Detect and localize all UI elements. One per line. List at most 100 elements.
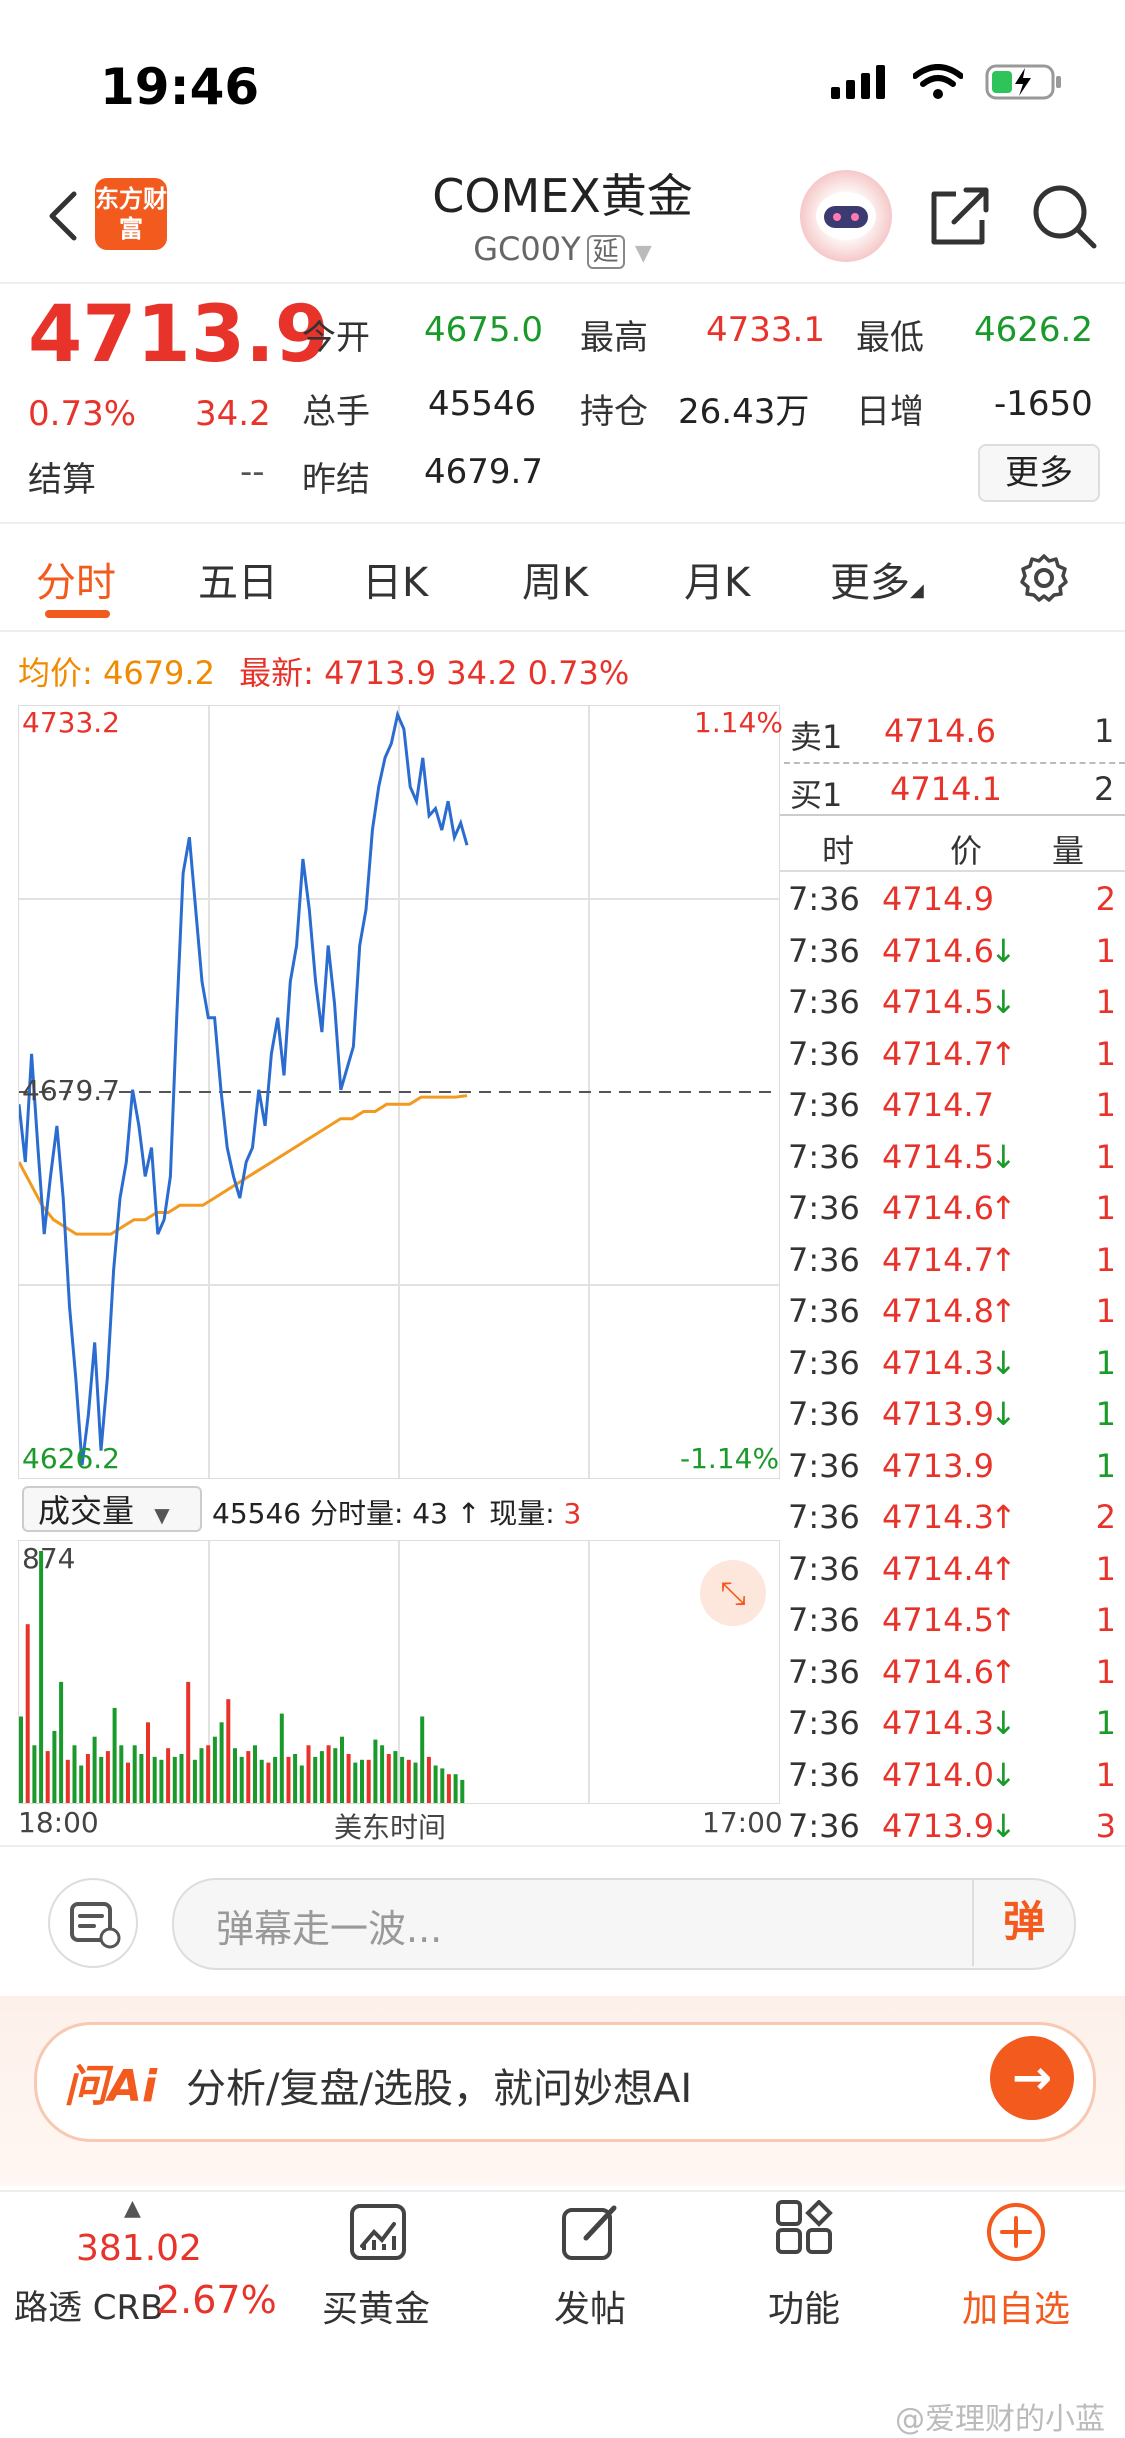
arrow-up-icon: ↑ <box>990 1240 1017 1279</box>
crb-name[interactable]: 路透 CRB <box>14 2280 164 2329</box>
crb-change[interactable]: 2.67% <box>156 2278 277 2322</box>
volume-bar <box>152 1756 157 1803</box>
nav-functions[interactable]: 功能 <box>704 2280 904 2332</box>
wifi-icon <box>913 64 963 99</box>
prev-settle-value: 4679.7 <box>424 452 543 492</box>
settings-icon[interactable] <box>1018 552 1070 604</box>
volume-bar <box>172 1756 177 1803</box>
tick-qty: 1 <box>1095 1292 1116 1330</box>
volume-bar <box>273 1756 278 1803</box>
crb-value[interactable]: 381.02 <box>76 2228 202 2269</box>
tab-intraday[interactable]: 分时 <box>36 550 116 608</box>
tab-five-day[interactable]: 五日 <box>198 550 278 608</box>
volume-bar <box>380 1745 385 1803</box>
tick-time: 7:36 <box>788 1189 860 1227</box>
latest-pct: 0.73% <box>527 654 630 692</box>
buy-gold-icon[interactable] <box>346 2200 410 2264</box>
tick-time: 7:36 <box>788 1240 860 1279</box>
tick-row: 7:36 4714.4 ↑ 1 <box>786 1546 1122 1598</box>
tab-daily-k[interactable]: 日K <box>362 550 428 608</box>
functions-icon[interactable] <box>772 2200 836 2264</box>
more-quote-button[interactable]: 更多 <box>978 444 1100 502</box>
intraday-chart[interactable] <box>17 705 780 1479</box>
tick-time: 7:36 <box>788 1498 860 1536</box>
tick-qty: 1 <box>1095 1652 1116 1691</box>
indicator-select[interactable]: 成交量 ▼ <box>22 1486 202 1532</box>
code-text: GC00Y <box>473 230 581 268</box>
tab-monthly-k[interactable]: 月K <box>684 550 750 608</box>
tick-time: 7:36 <box>788 983 860 1021</box>
tick-qty: 1 <box>1095 1601 1116 1639</box>
volume-bar <box>119 1745 124 1803</box>
tick-time: 7:36 <box>788 1549 860 1588</box>
tick-row: 7:36 4714.5 ↓ 1 <box>786 1134 1122 1186</box>
volume-info-text: 45546 分时量: 43 ↑ 现量: <box>212 1497 564 1530</box>
tick-price: 4714.3 <box>882 1498 994 1536</box>
volume-bar <box>293 1754 298 1803</box>
col-time: 时 <box>822 832 855 870</box>
volume-info: 45546 分时量: 43 ↑ 现量: 3 <box>212 1492 581 1532</box>
share-icon[interactable] <box>926 182 994 250</box>
low-label: 最低 <box>856 318 924 358</box>
col-qty: 量 <box>1052 832 1085 870</box>
tick-time: 7:36 <box>788 1137 860 1176</box>
search-icon[interactable] <box>1028 180 1100 252</box>
tick-time: 7:36 <box>788 1601 860 1639</box>
ticks-top-divider <box>780 814 1125 816</box>
arrow-right-icon[interactable]: → <box>990 2036 1074 2120</box>
arrow-up-icon: ↑ <box>990 1601 1017 1639</box>
change-pct: 0.73% <box>28 394 137 434</box>
prev-settle-label: 昨结 <box>302 460 370 500</box>
volume-bar <box>333 1748 338 1803</box>
avg-label: 均价: <box>18 654 93 692</box>
sell-qty: 1 <box>1094 712 1115 750</box>
tick-row: 7:36 4714.5 ↓ 1 <box>786 979 1122 1031</box>
volume-bar <box>440 1768 445 1803</box>
expand-icon[interactable]: ⤡ <box>700 1560 766 1626</box>
tick-time: 7:36 <box>788 1395 860 1433</box>
volume-bar <box>72 1745 77 1803</box>
nav-post[interactable]: 发帖 <box>490 2280 690 2332</box>
tick-qty: 1 <box>1095 1189 1116 1227</box>
tick-qty: 2 <box>1095 1498 1116 1536</box>
tick-qty: 1 <box>1095 1395 1116 1433</box>
arrow-down-icon: ↓ <box>990 1807 1017 1845</box>
tab-weekly-k[interactable]: 周K <box>522 550 588 608</box>
bullet-placeholder: 弹幕走一波... <box>216 1907 443 1951</box>
arrow-up-icon: ↑ <box>990 1034 1017 1073</box>
add-favorite-icon[interactable] <box>984 2200 1048 2264</box>
tick-row: 7:36 4713.9 1 <box>786 1443 1122 1495</box>
tick-price: 4714.9 <box>882 880 994 918</box>
nav-buy-gold[interactable]: 买黄金 <box>276 2280 476 2332</box>
tick-price: 4714.7 <box>882 1034 994 1073</box>
volume-bar <box>112 1707 117 1803</box>
post-icon[interactable] <box>558 2200 622 2264</box>
ai-logo: 问Ai <box>64 2061 158 2112</box>
tick-row: 7:36 4714.9 2 <box>786 876 1122 928</box>
tick-price: 4714.5 <box>882 1601 994 1639</box>
tick-price: 4713.9 <box>882 1395 994 1433</box>
quote-divider <box>0 522 1125 524</box>
arrow-down-icon: ↓ <box>990 1704 1017 1742</box>
ai-assistant-avatar[interactable] <box>800 170 892 262</box>
tick-time: 7:36 <box>788 1086 860 1124</box>
comment-list-button[interactable] <box>48 1878 138 1968</box>
volume-bar <box>393 1751 398 1803</box>
tick-qty: 1 <box>1095 1343 1116 1382</box>
tick-qty: 1 <box>1095 1137 1116 1176</box>
arrow-up-icon: ↑ <box>990 1549 1017 1588</box>
dropdown-icon: ▼ <box>154 1503 170 1527</box>
tick-price: 4714.3 <box>882 1343 994 1382</box>
volume-bar <box>139 1754 144 1803</box>
tick-qty: 1 <box>1095 1704 1116 1742</box>
comment-list-icon <box>70 1902 121 1949</box>
tab-more[interactable]: 更多◢ <box>830 550 924 608</box>
bullet-send-button[interactable]: 弹 <box>972 1878 1074 1966</box>
nav-add-favorite[interactable]: 加自选 <box>916 2280 1116 2332</box>
open-label: 今开 <box>302 318 370 358</box>
volume-bar <box>85 1754 90 1803</box>
volume-bar <box>253 1745 257 1803</box>
buy-qty: 2 <box>1094 770 1115 808</box>
tab-more-label: 更多 <box>830 560 910 606</box>
x-mid-label: 美东时间 <box>334 1811 447 1844</box>
